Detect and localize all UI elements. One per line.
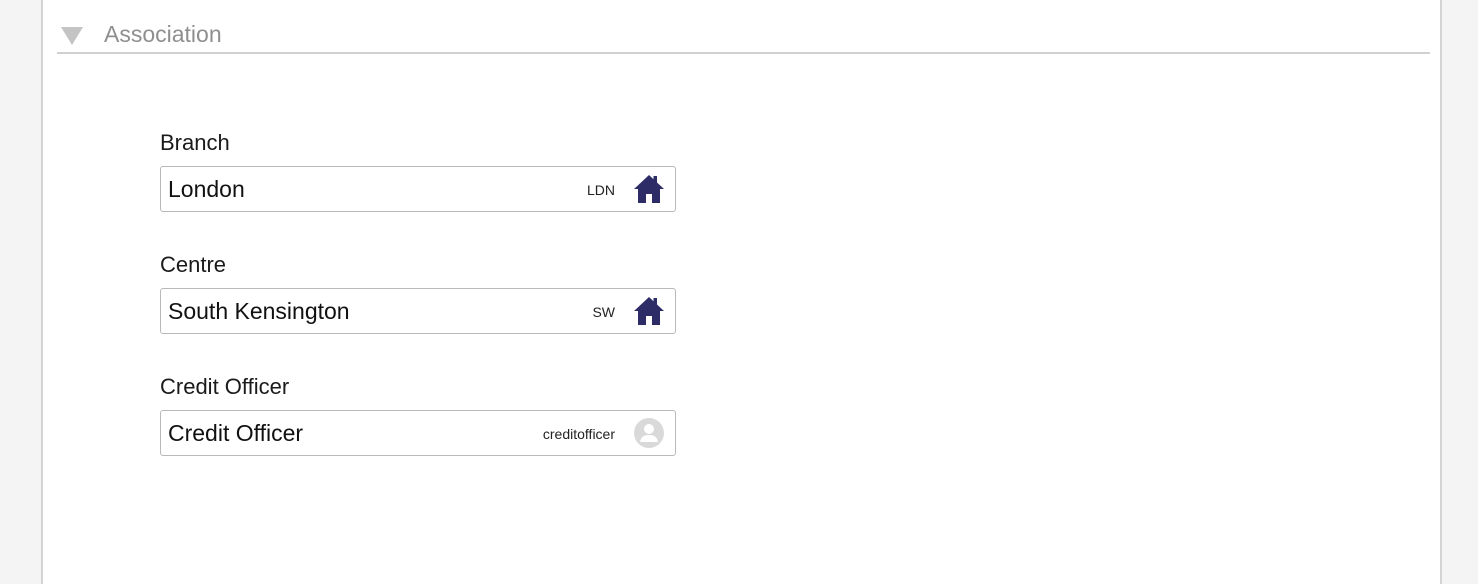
centre-label: Centre xyxy=(160,252,227,277)
branch-value: London xyxy=(168,176,245,202)
credit-officer-code: creditofficer xyxy=(542,426,615,442)
centre-code: SW xyxy=(592,304,615,320)
section-header-association[interactable]: Association xyxy=(57,0,1430,54)
home-icon[interactable] xyxy=(632,295,666,327)
user-avatar-icon[interactable] xyxy=(632,417,666,449)
centre-field: Centre South Kensington SW xyxy=(160,252,676,334)
branch-code: LDN xyxy=(586,182,615,198)
centre-value: South Kensington xyxy=(168,298,350,324)
centre-input[interactable]: South Kensington SW xyxy=(160,288,676,334)
credit-officer-input[interactable]: Credit Officer creditofficer xyxy=(160,410,676,456)
association-panel: Association Branch London LDN Centre Sou… xyxy=(41,0,1442,584)
branch-field: Branch London LDN xyxy=(160,130,676,212)
home-icon[interactable] xyxy=(632,173,666,205)
branch-input[interactable]: London LDN xyxy=(160,166,676,212)
credit-officer-label: Credit Officer xyxy=(160,374,290,399)
collapse-triangle-icon[interactable] xyxy=(61,27,83,45)
branch-label: Branch xyxy=(160,130,230,155)
credit-officer-value: Credit Officer xyxy=(168,420,304,446)
section-title: Association xyxy=(104,21,222,47)
credit-officer-field: Credit Officer Credit Officer creditoffi… xyxy=(160,374,676,456)
